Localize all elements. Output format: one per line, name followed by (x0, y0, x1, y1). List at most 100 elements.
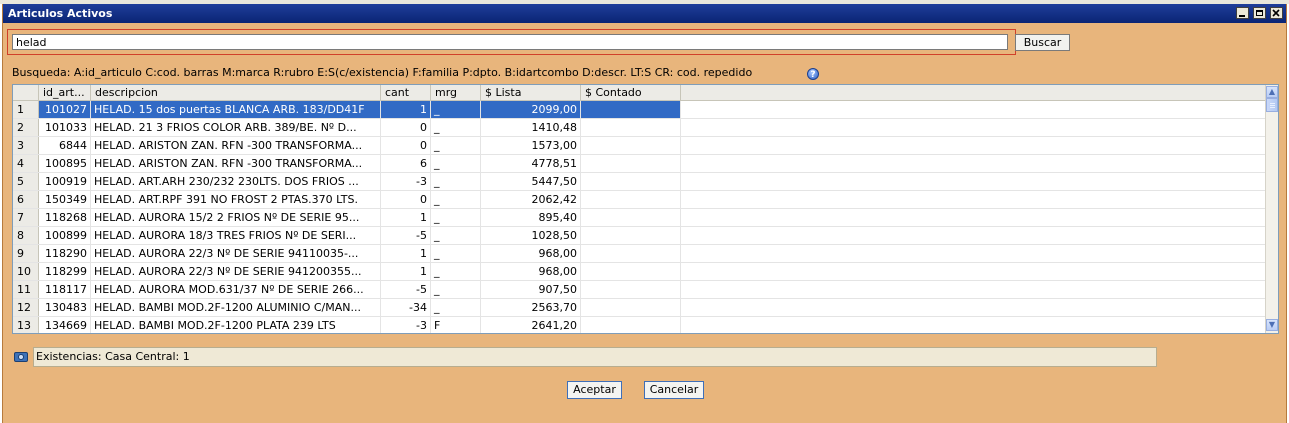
cell-mrg: _ (431, 191, 481, 208)
cell-id: 134669 (39, 317, 91, 333)
cell-contado (581, 299, 681, 316)
cell-cant: 0 (381, 119, 431, 136)
minimize-icon (1239, 15, 1245, 17)
search-input[interactable] (12, 34, 1008, 50)
row-number: 6 (13, 191, 39, 208)
table-row[interactable]: 7 118268 HELAD. AURORA 15/2 2 FRIOS Nº DE … (13, 209, 1265, 227)
search-help-text: Busqueda: A:id_articulo C:cod. barras M:… (12, 66, 753, 79)
search-button[interactable]: Buscar (1015, 34, 1070, 51)
row-number: 4 (13, 155, 39, 172)
cell-cant: 1 (381, 263, 431, 280)
camera-icon[interactable] (14, 352, 28, 362)
cell-cant: 0 (381, 191, 431, 208)
cell-id: 118299 (39, 263, 91, 280)
minimize-button[interactable] (1236, 7, 1249, 19)
stock-info-field: Existencias: Casa Central: 1 (33, 347, 1157, 367)
cell-lista: 5447,50 (481, 173, 581, 190)
cell-mrg: _ (431, 299, 481, 316)
cell-contado (581, 281, 681, 298)
cell-id: 118290 (39, 245, 91, 262)
cell-contado (581, 191, 681, 208)
cell-descripcion: HELAD. ART.RPF 391 NO FROST 2 PTAS.370 L… (91, 191, 381, 208)
scroll-thumb[interactable] (1266, 98, 1278, 112)
table-row[interactable]: 6 150349 HELAD. ART.RPF 391 NO FROST 2 PTA… (13, 191, 1265, 209)
scroll-down-icon[interactable]: ▼ (1266, 319, 1278, 331)
cell-contado (581, 227, 681, 244)
table-row[interactable]: 4 100895 HELAD. ARISTON ZAN. RFN -300 TRAN… (13, 155, 1265, 173)
scroll-up-icon[interactable]: ▲ (1266, 86, 1278, 98)
table-row[interactable]: 2 101033 HELAD. 21 3 FRIOS COLOR ARB. 389/… (13, 119, 1265, 137)
header-lista[interactable]: $ Lista (481, 85, 581, 100)
row-number: 2 (13, 119, 39, 136)
cell-cant: -5 (381, 227, 431, 244)
cell-descripcion: HELAD. BAMBI MOD.2F-1200 ALUMINIO C/MAN.… (91, 299, 381, 316)
table-row[interactable]: 3 6844 HELAD. ARISTON ZAN. RFN -300 TRANSF… (13, 137, 1265, 155)
cell-lista: 2062,42 (481, 191, 581, 208)
cell-cant: -34 (381, 299, 431, 316)
window-title: Articulos Activos (8, 7, 113, 20)
cell-lista: 895,40 (481, 209, 581, 226)
cell-lista: 2641,20 (481, 317, 581, 333)
row-number: 3 (13, 137, 39, 154)
cell-contado (581, 245, 681, 262)
cell-contado (581, 209, 681, 226)
row-number: 1 (13, 101, 39, 118)
cell-id: 118268 (39, 209, 91, 226)
cell-mrg: _ (431, 281, 481, 298)
header-mrg[interactable]: mrg (431, 85, 481, 100)
accept-button[interactable]: Aceptar (567, 381, 622, 399)
vertical-scrollbar[interactable]: ▲ ▼ (1265, 85, 1278, 333)
table-row[interactable]: 10 118299 HELAD. AURORA 22/3 Nº DE SERIE 9… (13, 263, 1265, 281)
cell-id: 101027 (39, 101, 91, 118)
cell-descripcion: HELAD. AURORA 22/3 Nº DE SERIE 94110035-… (91, 245, 381, 262)
cell-descripcion: HELAD. AURORA 22/3 Nº DE SERIE 941200355… (91, 263, 381, 280)
cell-lista: 1410,48 (481, 119, 581, 136)
row-number: 13 (13, 317, 39, 333)
cell-lista: 907,50 (481, 281, 581, 298)
row-number: 7 (13, 209, 39, 226)
cell-contado (581, 263, 681, 280)
close-button[interactable] (1270, 7, 1283, 19)
table-body: 1 101027 HELAD. 15 dos puertas BLANCA ARB.… (13, 101, 1265, 333)
cell-descripcion: HELAD. ARISTON ZAN. RFN -300 TRANSFORMA.… (91, 137, 381, 154)
table-row[interactable]: 13 134669 HELAD. BAMBI MOD.2F-1200 PLATA 2… (13, 317, 1265, 333)
cell-mrg: _ (431, 137, 481, 154)
cell-contado (581, 173, 681, 190)
cancel-button[interactable]: Cancelar (644, 381, 704, 399)
cell-descripcion: HELAD. 21 3 FRIOS COLOR ARB. 389/BE. Nº … (91, 119, 381, 136)
cell-mrg: _ (431, 101, 481, 118)
cell-descripcion: HELAD. 15 dos puertas BLANCA ARB. 183/DD… (91, 101, 381, 118)
row-number: 10 (13, 263, 39, 280)
cell-lista: 968,00 (481, 263, 581, 280)
cell-contado (581, 137, 681, 154)
title-bar: Articulos Activos (3, 4, 1286, 23)
table-row[interactable]: 11 118117 HELAD. AURORA MOD.631/37 Nº DE S… (13, 281, 1265, 299)
articles-table: id_art... descripcion cant mrg $ Lista $… (12, 84, 1279, 334)
cell-id: 100899 (39, 227, 91, 244)
header-contado[interactable]: $ Contado (581, 85, 681, 100)
cell-descripcion: HELAD. ARISTON ZAN. RFN -300 TRANSFORMA.… (91, 155, 381, 172)
cell-mrg: _ (431, 155, 481, 172)
header-cant[interactable]: cant (381, 85, 431, 100)
cell-lista: 968,00 (481, 245, 581, 262)
header-id[interactable]: id_art... (39, 85, 91, 100)
table-row[interactable]: 12 130483 HELAD. BAMBI MOD.2F-1200 ALUMINI… (13, 299, 1265, 317)
cell-cant: 6 (381, 155, 431, 172)
maximize-button[interactable] (1253, 7, 1266, 19)
table-row[interactable]: 9 118290 HELAD. AURORA 22/3 Nº DE SERIE 94… (13, 245, 1265, 263)
cell-cant: 1 (381, 245, 431, 262)
cell-mrg: _ (431, 263, 481, 280)
cell-id: 100919 (39, 173, 91, 190)
maximize-icon (1256, 10, 1263, 16)
table-row[interactable]: 5 100919 HELAD. ART.ARH 230/232 230LTS. DO… (13, 173, 1265, 191)
cell-lista: 1028,50 (481, 227, 581, 244)
table-row[interactable]: 8 100899 HELAD. AURORA 18/3 TRES FRIOS Nº … (13, 227, 1265, 245)
cell-contado (581, 317, 681, 333)
cell-lista: 1573,00 (481, 137, 581, 154)
cell-contado (581, 101, 681, 118)
cell-id: 118117 (39, 281, 91, 298)
table-row[interactable]: 1 101027 HELAD. 15 dos puertas BLANCA ARB.… (13, 101, 1265, 119)
help-icon[interactable]: ? (807, 68, 819, 80)
header-descripcion[interactable]: descripcion (91, 85, 381, 100)
cell-contado (581, 119, 681, 136)
